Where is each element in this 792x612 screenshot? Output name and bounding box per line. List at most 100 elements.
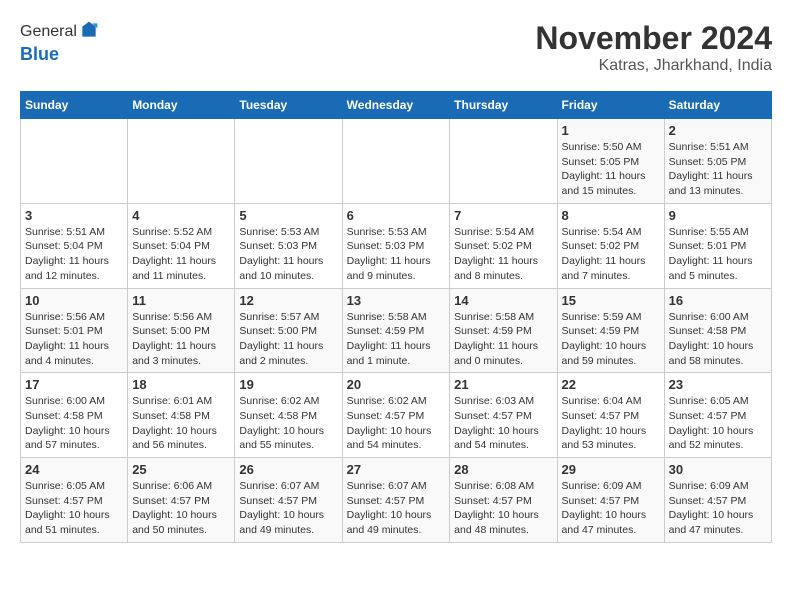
calendar-header: SundayMondayTuesdayWednesdayThursdayFrid… — [21, 92, 772, 119]
day-info: Sunrise: 5:57 AM Sunset: 5:00 PM Dayligh… — [239, 310, 337, 369]
day-info: Sunrise: 5:56 AM Sunset: 5:01 PM Dayligh… — [25, 310, 123, 369]
day-number: 27 — [347, 462, 446, 477]
calendar-week-5: 24 Sunrise: 6:05 AM Sunset: 4:57 PM Dayli… — [21, 458, 772, 543]
day-number: 19 — [239, 377, 337, 392]
calendar-week-2: 3 Sunrise: 5:51 AM Sunset: 5:04 PM Daylig… — [21, 203, 772, 288]
page-header: General Blue November 2024 Katras, Jhark… — [20, 20, 772, 75]
day-info: Sunrise: 5:51 AM Sunset: 5:05 PM Dayligh… — [669, 140, 767, 199]
calendar-cell — [342, 119, 450, 204]
day-number: 23 — [669, 377, 767, 392]
calendar-cell: 14 Sunrise: 5:58 AM Sunset: 4:59 PM Dayli… — [450, 288, 557, 373]
weekday-header-thursday: Thursday — [450, 92, 557, 119]
day-number: 28 — [454, 462, 552, 477]
day-info: Sunrise: 5:53 AM Sunset: 5:03 PM Dayligh… — [239, 225, 337, 284]
calendar-body: 1 Sunrise: 5:50 AM Sunset: 5:05 PM Daylig… — [21, 119, 772, 543]
logo: General Blue — [20, 20, 99, 65]
day-info: Sunrise: 5:55 AM Sunset: 5:01 PM Dayligh… — [669, 225, 767, 284]
logo-blue-text: Blue — [20, 44, 59, 64]
calendar-cell: 30 Sunrise: 6:09 AM Sunset: 4:57 PM Dayli… — [664, 458, 771, 543]
day-number: 5 — [239, 208, 337, 223]
day-info: Sunrise: 5:59 AM Sunset: 4:59 PM Dayligh… — [562, 310, 660, 369]
day-info: Sunrise: 5:56 AM Sunset: 5:00 PM Dayligh… — [132, 310, 230, 369]
calendar-cell: 16Sunrise: 6:00 AM Sunset: 4:58 PM Dayli… — [664, 288, 771, 373]
calendar-cell: 18 Sunrise: 6:01 AM Sunset: 4:58 PM Dayli… — [128, 373, 235, 458]
calendar-cell: 4Sunrise: 5:52 AM Sunset: 5:04 PM Daylig… — [128, 203, 235, 288]
calendar-cell: 29 Sunrise: 6:09 AM Sunset: 4:57 PM Dayli… — [557, 458, 664, 543]
calendar-cell — [128, 119, 235, 204]
calendar-cell: 20Sunrise: 6:02 AM Sunset: 4:57 PM Dayli… — [342, 373, 450, 458]
day-number: 15 — [562, 293, 660, 308]
day-info: Sunrise: 6:04 AM Sunset: 4:57 PM Dayligh… — [562, 394, 660, 453]
day-info: Sunrise: 5:54 AM Sunset: 5:02 PM Dayligh… — [454, 225, 552, 284]
day-number: 9 — [669, 208, 767, 223]
calendar-cell: 9 Sunrise: 5:55 AM Sunset: 5:01 PM Daylig… — [664, 203, 771, 288]
logo-icon — [79, 20, 99, 40]
day-number: 8 — [562, 208, 660, 223]
calendar-cell — [21, 119, 128, 204]
weekday-header-saturday: Saturday — [664, 92, 771, 119]
day-number: 25 — [132, 462, 230, 477]
weekday-header-row: SundayMondayTuesdayWednesdayThursdayFrid… — [21, 92, 772, 119]
calendar-cell: 10 Sunrise: 5:56 AM Sunset: 5:01 PM Dayli… — [21, 288, 128, 373]
day-info: Sunrise: 6:00 AM Sunset: 4:58 PM Dayligh… — [25, 394, 123, 453]
day-info: Sunrise: 6:09 AM Sunset: 4:57 PM Dayligh… — [562, 479, 660, 538]
calendar-cell: 21 Sunrise: 6:03 AM Sunset: 4:57 PM Dayli… — [450, 373, 557, 458]
day-info: Sunrise: 5:58 AM Sunset: 4:59 PM Dayligh… — [454, 310, 552, 369]
day-info: Sunrise: 6:05 AM Sunset: 4:57 PM Dayligh… — [25, 479, 123, 538]
day-number: 14 — [454, 293, 552, 308]
day-number: 24 — [25, 462, 123, 477]
day-info: Sunrise: 5:58 AM Sunset: 4:59 PM Dayligh… — [347, 310, 446, 369]
day-info: Sunrise: 6:08 AM Sunset: 4:57 PM Dayligh… — [454, 479, 552, 538]
calendar-cell: 26 Sunrise: 6:07 AM Sunset: 4:57 PM Dayli… — [235, 458, 342, 543]
day-number: 26 — [239, 462, 337, 477]
day-info: Sunrise: 5:50 AM Sunset: 5:05 PM Dayligh… — [562, 140, 660, 199]
title-section: November 2024 Katras, Jharkhand, India — [535, 20, 772, 75]
calendar-cell: 22 Sunrise: 6:04 AM Sunset: 4:57 PM Dayli… — [557, 373, 664, 458]
day-info: Sunrise: 6:01 AM Sunset: 4:58 PM Dayligh… — [132, 394, 230, 453]
day-info: Sunrise: 6:07 AM Sunset: 4:57 PM Dayligh… — [239, 479, 337, 538]
day-number: 10 — [25, 293, 123, 308]
day-number: 6 — [347, 208, 446, 223]
day-info: Sunrise: 6:02 AM Sunset: 4:58 PM Dayligh… — [239, 394, 337, 453]
day-number: 1 — [562, 123, 660, 138]
day-number: 30 — [669, 462, 767, 477]
weekday-header-tuesday: Tuesday — [235, 92, 342, 119]
weekday-header-friday: Friday — [557, 92, 664, 119]
calendar-cell: 8Sunrise: 5:54 AM Sunset: 5:02 PM Daylig… — [557, 203, 664, 288]
day-info: Sunrise: 6:02 AM Sunset: 4:57 PM Dayligh… — [347, 394, 446, 453]
day-info: Sunrise: 5:51 AM Sunset: 5:04 PM Dayligh… — [25, 225, 123, 284]
calendar-week-4: 17Sunrise: 6:00 AM Sunset: 4:58 PM Dayli… — [21, 373, 772, 458]
month-title: November 2024 — [535, 20, 772, 57]
calendar-table: SundayMondayTuesdayWednesdayThursdayFrid… — [20, 91, 772, 543]
calendar-cell: 19 Sunrise: 6:02 AM Sunset: 4:58 PM Dayli… — [235, 373, 342, 458]
day-info: Sunrise: 6:03 AM Sunset: 4:57 PM Dayligh… — [454, 394, 552, 453]
calendar-cell — [450, 119, 557, 204]
day-number: 12 — [239, 293, 337, 308]
day-number: 21 — [454, 377, 552, 392]
calendar-cell: 24 Sunrise: 6:05 AM Sunset: 4:57 PM Dayli… — [21, 458, 128, 543]
calendar-cell: 5 Sunrise: 5:53 AM Sunset: 5:03 PM Daylig… — [235, 203, 342, 288]
day-number: 18 — [132, 377, 230, 392]
calendar-cell — [235, 119, 342, 204]
day-number: 11 — [132, 293, 230, 308]
weekday-header-monday: Monday — [128, 92, 235, 119]
logo-general-text: General — [20, 23, 77, 41]
day-info: Sunrise: 6:05 AM Sunset: 4:57 PM Dayligh… — [669, 394, 767, 453]
day-info: Sunrise: 6:07 AM Sunset: 4:57 PM Dayligh… — [347, 479, 446, 538]
day-number: 29 — [562, 462, 660, 477]
calendar-cell: 28 Sunrise: 6:08 AM Sunset: 4:57 PM Dayli… — [450, 458, 557, 543]
calendar-cell: 1 Sunrise: 5:50 AM Sunset: 5:05 PM Daylig… — [557, 119, 664, 204]
calendar-cell: 2Sunrise: 5:51 AM Sunset: 5:05 PM Daylig… — [664, 119, 771, 204]
calendar-cell: 6Sunrise: 5:53 AM Sunset: 5:03 PM Daylig… — [342, 203, 450, 288]
calendar-cell: 15 Sunrise: 5:59 AM Sunset: 4:59 PM Dayli… — [557, 288, 664, 373]
calendar-cell: 3 Sunrise: 5:51 AM Sunset: 5:04 PM Daylig… — [21, 203, 128, 288]
calendar-cell: 27 Sunrise: 6:07 AM Sunset: 4:57 PM Dayli… — [342, 458, 450, 543]
calendar-cell: 7Sunrise: 5:54 AM Sunset: 5:02 PM Daylig… — [450, 203, 557, 288]
calendar-cell: 12 Sunrise: 5:57 AM Sunset: 5:00 PM Dayli… — [235, 288, 342, 373]
calendar-cell: 23 Sunrise: 6:05 AM Sunset: 4:57 PM Dayli… — [664, 373, 771, 458]
day-number: 13 — [347, 293, 446, 308]
day-info: Sunrise: 6:09 AM Sunset: 4:57 PM Dayligh… — [669, 479, 767, 538]
calendar-cell: 11 Sunrise: 5:56 AM Sunset: 5:00 PM Dayli… — [128, 288, 235, 373]
day-number: 3 — [25, 208, 123, 223]
day-number: 22 — [562, 377, 660, 392]
